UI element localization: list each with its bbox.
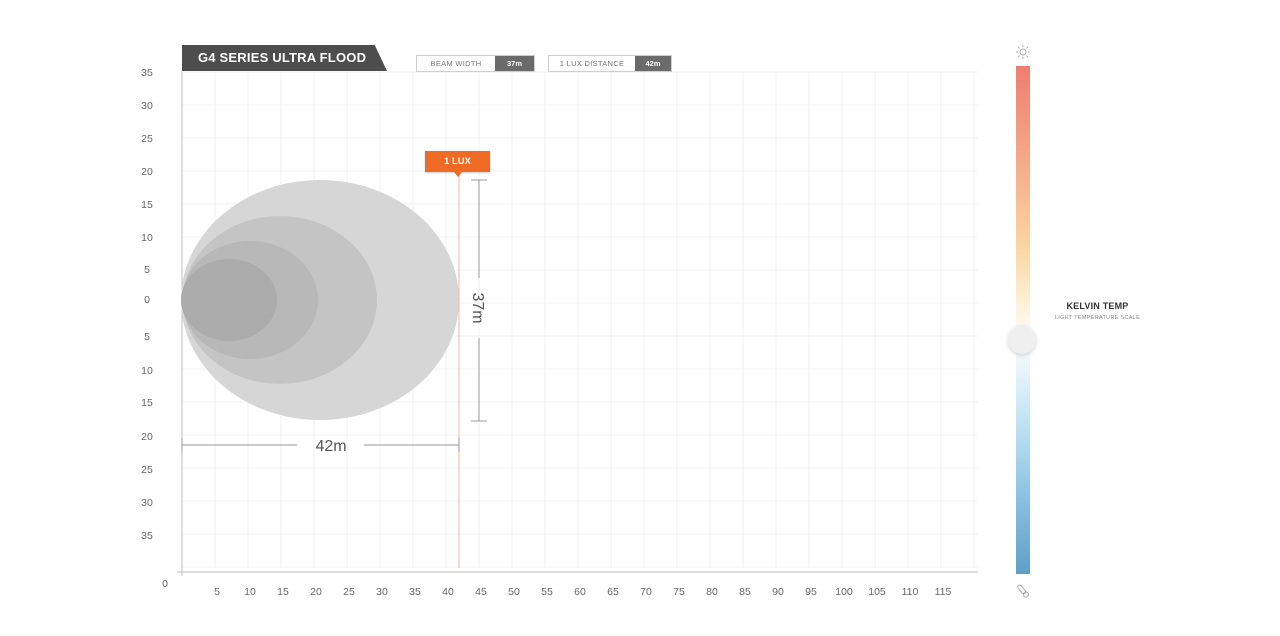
beam-pattern	[181, 180, 459, 420]
x-tick-label: 85	[739, 586, 751, 598]
x-tick-label: 10	[244, 586, 256, 598]
y-tick-label: 0	[144, 294, 150, 306]
x-tick-label: 100	[835, 586, 853, 598]
y-tick-label: 5	[144, 331, 150, 343]
x-tick-label: 80	[706, 586, 718, 598]
x-tick-label: 90	[772, 586, 784, 598]
distance-dimension: 42m	[181, 438, 460, 455]
x-tick-label: 55	[541, 586, 553, 598]
x-tick-label: 95	[805, 586, 817, 598]
lux-distance-stat: 1 LUX DISTANCE 42m	[548, 55, 672, 72]
lux-distance-value: 42m	[635, 56, 671, 71]
x-tick-label: 25	[343, 586, 355, 598]
sun-icon	[1016, 45, 1030, 59]
y-tick-label: 30	[141, 100, 153, 112]
y-tick-label: 5	[144, 264, 150, 276]
y-tick-label: 20	[141, 431, 153, 443]
x-tick-label: 45	[475, 586, 487, 598]
y-tick-label: 25	[141, 133, 153, 145]
kelvin-subtitle: LIGHT TEMPERATURE SCALE	[1054, 315, 1141, 321]
x-tick-label: 105	[868, 586, 886, 598]
x-tick-label: 40	[442, 586, 454, 598]
lux-marker-flag[interactable]: 1 LUX	[425, 151, 490, 177]
y-tick-label: 10	[141, 232, 153, 244]
product-title: G4 SERIES ULTRA FLOOD	[182, 45, 387, 71]
y-tick-label: 35	[141, 67, 153, 79]
beam-width-label: 37m	[469, 292, 486, 323]
thermometer-icon	[1017, 584, 1029, 598]
x-tick-label: 60	[574, 586, 586, 598]
x-axis-ticks: 5 10 15 20 25 30 35 40 45 50 55 60 65 70 75 80 85 90 95 100…	[214, 586, 951, 598]
y-axis-ticks: 35 30 25 20 15 10 5 0 5 10 15 20 25 30 35	[141, 67, 153, 542]
y-tick-label: 35	[141, 530, 153, 542]
x-tick-label: 50	[508, 586, 520, 598]
x-tick-label: 70	[640, 586, 652, 598]
x-tick-label: 75	[673, 586, 685, 598]
x-tick-label: 30	[376, 586, 388, 598]
beam-width-label: BEAM WIDTH	[417, 56, 495, 71]
y-tick-label: 15	[141, 199, 153, 211]
x-tick-label: 35	[409, 586, 421, 598]
y-tick-label: 10	[141, 365, 153, 377]
y-tick-label: 15	[141, 397, 153, 409]
kelvin-scale-bar[interactable]	[1016, 66, 1030, 574]
kelvin-title: KELVIN TEMP	[1066, 301, 1129, 311]
y-tick-label: 25	[141, 464, 153, 476]
x-tick-label: 65	[607, 586, 619, 598]
x-tick-label: 115	[935, 586, 952, 598]
distance-label: 42m	[315, 438, 346, 455]
x-tick-label: 5	[214, 586, 220, 598]
y-tick-label: 30	[141, 497, 153, 509]
x-tick-label: 15	[277, 586, 289, 598]
beam-width-value: 37m	[495, 56, 534, 71]
lux-distance-label: 1 LUX DISTANCE	[549, 56, 635, 71]
beam-zone-inner	[181, 259, 277, 341]
width-dimension: 37m	[469, 179, 487, 422]
y-tick-label: 20	[141, 166, 153, 178]
origin-label: 0	[162, 578, 168, 590]
x-tick-label: 110	[902, 586, 919, 598]
beam-width-stat: BEAM WIDTH 37m	[416, 55, 535, 72]
x-tick-label: 20	[310, 586, 322, 598]
